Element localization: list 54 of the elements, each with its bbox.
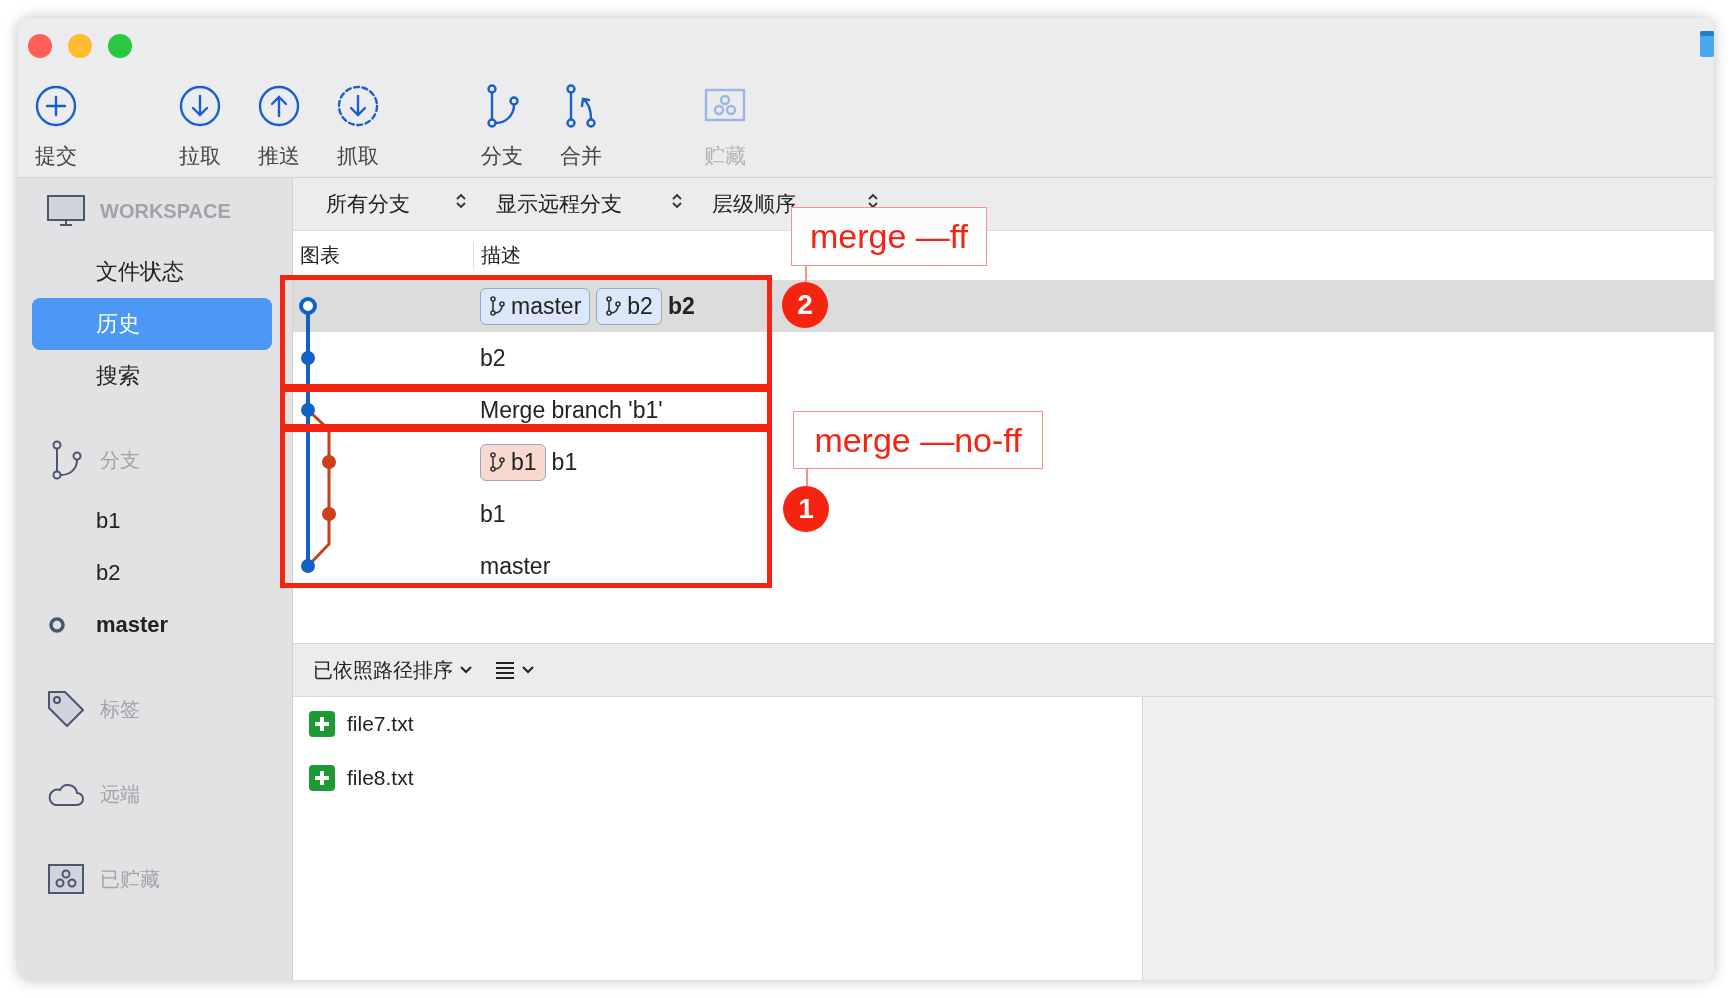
toolbar-button[interactable]: 分支 <box>466 84 538 170</box>
sidebar-item[interactable]: b1 <box>32 495 272 547</box>
leader-line <box>806 469 808 486</box>
toolbar-button[interactable]: 拉取 <box>164 84 236 170</box>
folder-icon[interactable] <box>1700 31 1714 57</box>
updown-chevron-icon <box>456 193 466 209</box>
file-name[interactable]: file8.txt <box>347 766 414 790</box>
sidebar-item[interactable]: master <box>32 599 272 651</box>
updown-chevron-icon <box>672 193 682 209</box>
leader-line <box>805 266 807 282</box>
toolbar-button[interactable]: 提交 <box>20 84 92 170</box>
chevron-down-icon <box>521 665 535 675</box>
list-icon <box>495 661 515 679</box>
branch-icon <box>605 296 622 316</box>
minimize-button[interactable] <box>68 34 92 58</box>
view-menu-button[interactable] <box>495 661 535 679</box>
current-branch-icon <box>48 616 66 634</box>
close-button[interactable] <box>28 34 52 58</box>
up-arrow-circle-icon <box>257 84 301 128</box>
column-header[interactable]: 图表 <box>293 242 474 269</box>
commit-message: b1 <box>551 448 578 476</box>
commit-message: b1 <box>480 500 506 528</box>
stash-box-icon <box>47 863 85 895</box>
down-arrow-circle-icon <box>336 84 380 128</box>
sort-dropdown[interactable]: 已依照路径排序 <box>313 656 473 684</box>
file-name[interactable]: file7.txt <box>347 712 414 736</box>
branch-tag[interactable]: master <box>480 287 591 325</box>
down-arrow-circle-icon <box>178 84 222 128</box>
chevron-down-icon <box>459 665 473 675</box>
sidebar-item[interactable]: 文件状态 <box>32 246 272 298</box>
toolbar-button[interactable]: 抓取 <box>322 84 394 170</box>
plus-circle-icon <box>34 84 78 128</box>
filter-dropdown[interactable]: 所有分支 <box>326 190 410 218</box>
tag-icon <box>46 689 86 729</box>
callout-label: merge —ff <box>791 207 987 266</box>
filter-dropdown[interactable]: 显示远程分支 <box>496 190 622 218</box>
zoom-button[interactable] <box>108 34 132 58</box>
branch-icon <box>489 296 505 316</box>
commit-message: b2 <box>480 344 506 372</box>
branch-tag[interactable]: b2 <box>596 287 662 325</box>
toolbar-button[interactable]: 合并 <box>545 84 617 170</box>
sidebar-item[interactable]: 搜索 <box>32 350 272 402</box>
sidebar-item[interactable]: b2 <box>32 547 272 599</box>
updown-chevron-icon <box>868 193 878 209</box>
branch-icon <box>489 452 505 472</box>
monitor-icon <box>46 194 86 228</box>
cloud-icon <box>47 781 85 807</box>
commit-message: Merge branch 'b1' <box>480 396 663 424</box>
commit-message: master <box>480 552 551 580</box>
branch-tag[interactable]: b1 <box>480 443 546 481</box>
column-header[interactable]: 描述 <box>474 242 521 269</box>
callout-label: merge —no-ff <box>793 411 1043 469</box>
commit-message: b2 <box>667 292 695 320</box>
toolbar-button[interactable]: 推送 <box>243 84 315 170</box>
